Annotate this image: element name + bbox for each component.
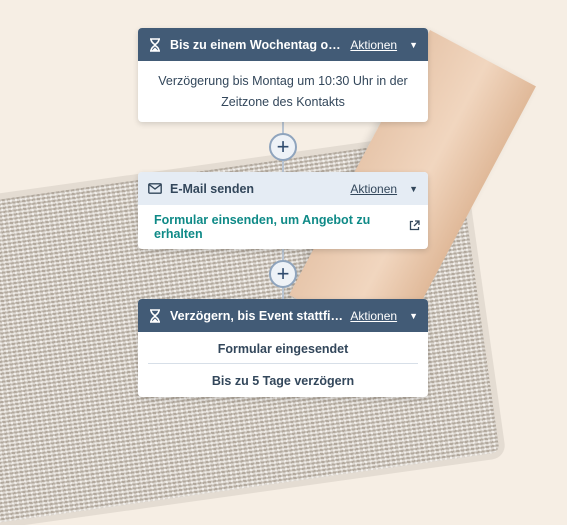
step-title: E-Mail senden [170,181,255,196]
step-title: Bis zu einem Wochentag oder ein... [170,37,344,52]
step-description: Verzögerung bis Montag um 10:30 Uhr in d… [158,74,408,109]
workflow-step-delay-event[interactable]: Verzögern, bis Event stattfindet Aktione… [138,299,428,397]
actions-dropdown[interactable]: Aktionen ▼ [350,38,418,52]
step-header: Bis zu einem Wochentag oder ein... Aktio… [138,28,428,61]
actions-label: Aktionen [350,181,398,196]
workflow-step-send-email[interactable]: E-Mail senden Aktionen ▼ Formular einsen… [138,172,428,249]
envelope-icon [148,182,162,196]
caret-down-icon: ▼ [409,39,418,50]
delay-row: Bis zu 5 Tage verzögern [211,373,355,388]
step-header: E-Mail senden Aktionen ▼ [138,172,428,205]
step-header: Verzögern, bis Event stattfindet Aktione… [138,299,428,332]
plus-icon: + [276,134,290,159]
step-body: Verzögerung bis Montag um 10:30 Uhr in d… [138,61,428,122]
workflow-step-delay-weekday[interactable]: Bis zu einem Wochentag oder ein... Aktio… [138,28,428,122]
email-link-text[interactable]: Formular einsenden, um Angebot zu erhalt… [154,213,409,241]
actions-label: Aktionen [350,308,398,323]
external-link-icon[interactable] [409,220,420,234]
actions-label: Aktionen [350,37,398,52]
plus-icon: + [276,261,290,286]
hourglass-icon [148,308,162,323]
event-row: Formular eingesendet [217,342,349,356]
email-link[interactable]: Formular einsenden, um Angebot zu erhalt… [138,205,428,249]
actions-dropdown[interactable]: Aktionen ▼ [350,309,418,323]
step-title: Verzögern, bis Event stattfindet [170,308,345,323]
hourglass-icon [148,37,162,52]
step-body: Formular eingesendet Bis zu 5 Tage verzö… [138,332,428,397]
caret-down-icon: ▼ [409,310,418,321]
caret-down-icon: ▼ [409,183,418,194]
actions-dropdown[interactable]: Aktionen ▼ [350,182,418,196]
add-step-button[interactable]: + [269,133,297,161]
add-step-button[interactable]: + [269,260,297,288]
